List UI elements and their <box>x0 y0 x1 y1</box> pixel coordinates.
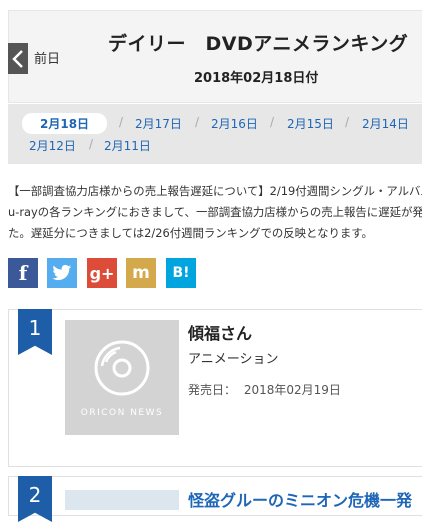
mixi-share-button[interactable]: m <box>126 258 156 288</box>
date-separator: / <box>270 115 275 129</box>
date-tab[interactable]: 2月17日 <box>135 115 182 132</box>
item-genre: アニメーション <box>188 352 279 367</box>
release-label: 発売日： <box>188 383 237 397</box>
item-release: 発売日： 2018年02月19日 <box>188 381 341 398</box>
prev-day-button[interactable] <box>8 43 28 74</box>
twitter-icon <box>52 264 72 281</box>
notice-line: 【一部調査協力店様からの売上報告遅延について】2/19付週間シングル・アルバム・… <box>8 184 422 198</box>
item-title[interactable]: 怪盗グルーのミニオン危機一発 <box>188 487 412 511</box>
date-tab[interactable]: 2月14日 <box>362 115 409 132</box>
twitter-share-button[interactable] <box>47 258 77 288</box>
date-tab[interactable]: 2月16日 <box>211 115 258 132</box>
ranking-date: 2018年02月18日付 <box>194 71 319 86</box>
googleplus-share-button[interactable]: g+ <box>87 258 117 288</box>
notice-line: た。遅延分につきましては2/26付週間ランキングでの反映となります。 <box>8 226 373 240</box>
item-thumbnail[interactable] <box>65 490 179 510</box>
date-separator: / <box>195 115 200 129</box>
page-title: デイリー DVDアニメランキング <box>108 33 409 55</box>
disc-icon <box>94 340 150 395</box>
chevron-left-icon <box>12 49 23 68</box>
delay-notice: 【一部調査協力店様からの売上報告遅延について】2/19付週間シングル・アルバム・… <box>0 181 422 244</box>
ranking-header <box>8 10 422 103</box>
date-tab-active[interactable]: 2月18日 <box>22 113 108 134</box>
item-thumbnail[interactable]: ORICON NEWS <box>65 320 179 435</box>
release-date: 2018年02月19日 <box>243 383 341 397</box>
prev-day-label[interactable]: 前日 <box>34 48 60 67</box>
date-tab[interactable]: 2月12日 <box>29 137 76 154</box>
date-tab[interactable]: 2月11日 <box>104 137 151 154</box>
hatena-bookmark-button[interactable]: B! <box>166 258 196 288</box>
date-separator: / <box>345 115 350 129</box>
facebook-icon: f <box>18 261 28 285</box>
googleplus-icon: g+ <box>89 263 115 283</box>
thumbnail-watermark: ORICON NEWS <box>80 407 164 418</box>
mixi-icon: m <box>132 263 150 283</box>
date-separator: / <box>119 115 124 129</box>
facebook-share-button[interactable]: f <box>8 258 38 288</box>
date-tab[interactable]: 2月15日 <box>287 115 334 132</box>
notice-line: u-rayの各ランキングにおきまして、一部調査協力店様からの売上報告に遅延が発生… <box>8 205 422 219</box>
date-separator: / <box>89 137 94 151</box>
item-title[interactable]: 傾福さん <box>188 320 252 344</box>
hatena-icon: B! <box>172 265 190 281</box>
